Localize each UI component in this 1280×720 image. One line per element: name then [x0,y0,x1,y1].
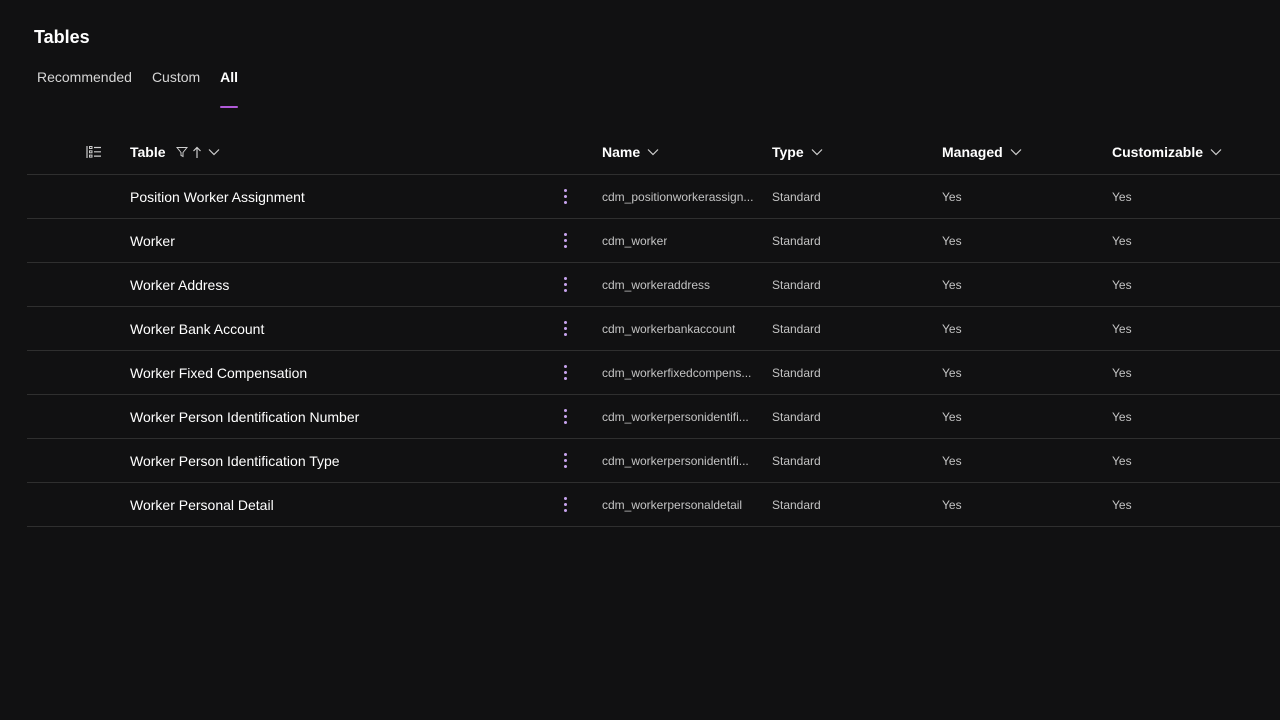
table-customizable: Yes [1112,453,1132,468]
table-row[interactable]: Worker Person Identification Number cdm_… [27,395,1280,439]
table-row[interactable]: Worker Address cdm_workeraddress Standar… [27,263,1280,307]
column-header-customizable-label: Customizable [1112,144,1204,160]
table-managed: Yes [942,321,962,336]
page-title: Tables [34,27,90,47]
column-header-table[interactable]: Table [130,144,220,160]
table-display-name[interactable]: Worker Person Identification Number [130,409,359,425]
tab-recommended[interactable]: Recommended [27,64,142,100]
chevron-down-icon [647,148,659,156]
table-row[interactable]: Worker Personal Detail cdm_workerpersona… [27,483,1280,527]
table-type: Standard [772,409,821,424]
table-customizable: Yes [1112,321,1132,336]
tab-all[interactable]: All [210,64,248,100]
table-display-name[interactable]: Worker Person Identification Type [130,453,340,469]
table-schema-name: cdm_workeraddress [602,277,711,292]
tables-grid: Table Name Type Managed Customizable Pos… [27,130,1280,527]
table-managed: Yes [942,497,962,512]
table-managed: Yes [942,409,962,424]
table-customizable: Yes [1112,189,1132,204]
table-managed: Yes [942,365,962,380]
table-type: Standard [772,233,821,248]
table-row[interactable]: Worker Bank Account cdm_workerbankaccoun… [27,307,1280,351]
grid-body: Position Worker Assignment cdm_positionw… [27,175,1280,527]
more-vertical-icon[interactable] [557,273,573,297]
table-display-name[interactable]: Worker [130,233,175,249]
table-managed: Yes [942,189,962,204]
table-schema-name: cdm_workerpersonidentifi... [602,409,749,424]
column-header-name[interactable]: Name [602,144,659,160]
column-header-table-label: Table [130,144,166,160]
table-schema-name: cdm_workerpersonidentifi... [602,453,749,468]
table-customizable: Yes [1112,277,1132,292]
table-type: Standard [772,497,821,512]
table-type: Standard [772,321,821,336]
table-type: Standard [772,453,821,468]
tab-list: Recommended Custom All [27,64,248,100]
column-header-name-label: Name [602,144,641,160]
table-type: Standard [772,365,821,380]
grid-header: Table Name Type Managed Customizable [27,130,1280,175]
list-select-icon [86,145,102,159]
table-row[interactable]: Worker Fixed Compensation cdm_workerfixe… [27,351,1280,395]
chevron-down-icon [811,148,823,156]
filter-icon [175,146,188,158]
table-display-name[interactable]: Worker Bank Account [130,321,264,337]
column-header-customizable[interactable]: Customizable [1112,144,1222,160]
column-header-type-label: Type [772,144,804,160]
more-vertical-icon[interactable] [557,229,573,253]
table-display-name[interactable]: Worker Address [130,277,229,293]
table-row[interactable]: Position Worker Assignment cdm_positionw… [27,175,1280,219]
table-customizable: Yes [1112,365,1132,380]
table-managed: Yes [942,277,962,292]
table-customizable: Yes [1112,233,1132,248]
more-vertical-icon[interactable] [557,185,573,209]
more-vertical-icon[interactable] [557,317,573,341]
table-schema-name: cdm_workerfixedcompens... [602,365,752,380]
table-type: Standard [772,189,821,204]
table-display-name[interactable]: Position Worker Assignment [130,189,305,205]
table-customizable: Yes [1112,409,1132,424]
more-vertical-icon[interactable] [557,493,573,517]
tab-custom[interactable]: Custom [142,64,210,100]
table-display-name[interactable]: Worker Personal Detail [130,497,274,513]
table-row[interactable]: Worker cdm_worker Standard Yes Yes [27,219,1280,263]
more-vertical-icon[interactable] [557,405,573,429]
select-all-toggle[interactable] [79,130,109,174]
table-type: Standard [772,277,821,292]
column-header-type[interactable]: Type [772,144,823,160]
table-display-name[interactable]: Worker Fixed Compensation [130,365,307,381]
more-vertical-icon[interactable] [557,449,573,473]
table-managed: Yes [942,233,962,248]
chevron-down-icon [208,148,220,156]
table-schema-name: cdm_workerpersonaldetail [602,497,743,512]
table-schema-name: cdm_positionworkerassign... [602,189,754,204]
table-managed: Yes [942,453,962,468]
table-schema-name: cdm_workerbankaccount [602,321,736,336]
table-customizable: Yes [1112,497,1132,512]
more-vertical-icon[interactable] [557,361,573,385]
chevron-down-icon [1210,148,1222,156]
column-header-managed[interactable]: Managed [942,144,1022,160]
table-schema-name: cdm_worker [602,233,668,248]
chevron-down-icon [1010,148,1022,156]
column-header-managed-label: Managed [942,144,1003,160]
table-row[interactable]: Worker Person Identification Type cdm_wo… [27,439,1280,483]
sort-ascending-icon [192,146,202,159]
